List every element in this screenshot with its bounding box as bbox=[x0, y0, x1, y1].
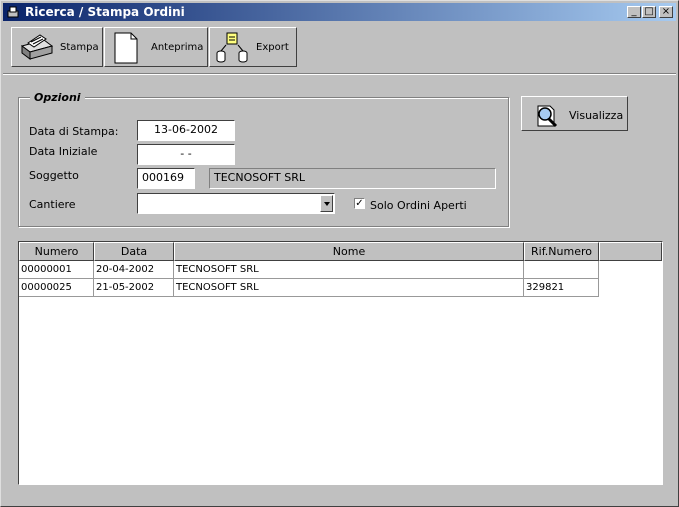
window-app-icon[interactable] bbox=[6, 5, 20, 19]
data-iniziale-field[interactable]: - - bbox=[137, 144, 235, 165]
cantiere-select[interactable] bbox=[137, 193, 335, 214]
close-button[interactable]: × bbox=[659, 6, 673, 18]
main-window: Ricerca / Stampa Ordini _ □ × Stampa Ant… bbox=[0, 0, 679, 507]
cell-numero: 00000025 bbox=[19, 279, 94, 297]
window-title: Ricerca / Stampa Ordini bbox=[25, 5, 185, 19]
cell-numero: 00000001 bbox=[19, 261, 94, 279]
soggetto-name-display: TECNOSOFT SRL bbox=[209, 168, 496, 189]
stampa-button[interactable]: Stampa bbox=[11, 27, 103, 67]
soggetto-label: Soggetto bbox=[29, 169, 79, 182]
column-header-numero[interactable]: Numero bbox=[19, 242, 94, 261]
cell-rif-numero bbox=[524, 261, 599, 279]
document-page-icon bbox=[114, 32, 138, 64]
solo-aperti-label: Solo Ordini Aperti bbox=[370, 199, 467, 212]
column-header-nome[interactable]: Nome bbox=[174, 242, 524, 261]
title-bar[interactable]: Ricerca / Stampa Ordini _ □ × bbox=[3, 3, 676, 21]
column-header-data[interactable]: Data bbox=[94, 242, 174, 261]
data-stampa-label: Data di Stampa: bbox=[29, 125, 119, 138]
cell-data: 21-05-2002 bbox=[94, 279, 174, 297]
column-header-rif-numero[interactable]: Rif.Numero bbox=[524, 242, 599, 261]
anteprima-button[interactable]: Anteprima bbox=[104, 27, 208, 67]
toolbar-separator bbox=[3, 73, 676, 75]
maximize-button[interactable]: □ bbox=[642, 6, 656, 18]
magnifier-document-icon bbox=[537, 105, 558, 128]
options-group-title: Opzioni bbox=[30, 91, 85, 104]
chevron-down-icon[interactable] bbox=[320, 195, 333, 212]
cell-rif-numero: 329821 bbox=[524, 279, 599, 297]
export-database-icon bbox=[216, 32, 248, 63]
export-button[interactable]: Export bbox=[209, 27, 297, 67]
results-grid[interactable]: Numero Data Nome Rif.Numero 00000001 20-… bbox=[18, 241, 663, 485]
column-header-filler bbox=[599, 242, 662, 261]
minimize-button[interactable]: _ bbox=[627, 6, 641, 18]
visualizza-button[interactable]: Visualizza bbox=[521, 96, 628, 131]
visualizza-label: Visualizza bbox=[569, 109, 624, 122]
printer-icon bbox=[20, 34, 54, 60]
stampa-label: Stampa bbox=[60, 42, 99, 53]
anteprima-label: Anteprima bbox=[151, 42, 204, 53]
data-iniziale-label: Data Iniziale bbox=[29, 145, 98, 158]
cell-nome: TECNOSOFT SRL bbox=[174, 279, 524, 297]
soggetto-code-field[interactable]: 000169 bbox=[137, 168, 195, 189]
export-label: Export bbox=[256, 42, 289, 53]
solo-aperti-checkbox[interactable]: ✓ bbox=[354, 198, 365, 209]
cell-data: 20-04-2002 bbox=[94, 261, 174, 279]
cantiere-label: Cantiere bbox=[29, 198, 76, 211]
data-stampa-field[interactable]: 13-06-2002 bbox=[137, 120, 235, 141]
cell-nome: TECNOSOFT SRL bbox=[174, 261, 524, 279]
